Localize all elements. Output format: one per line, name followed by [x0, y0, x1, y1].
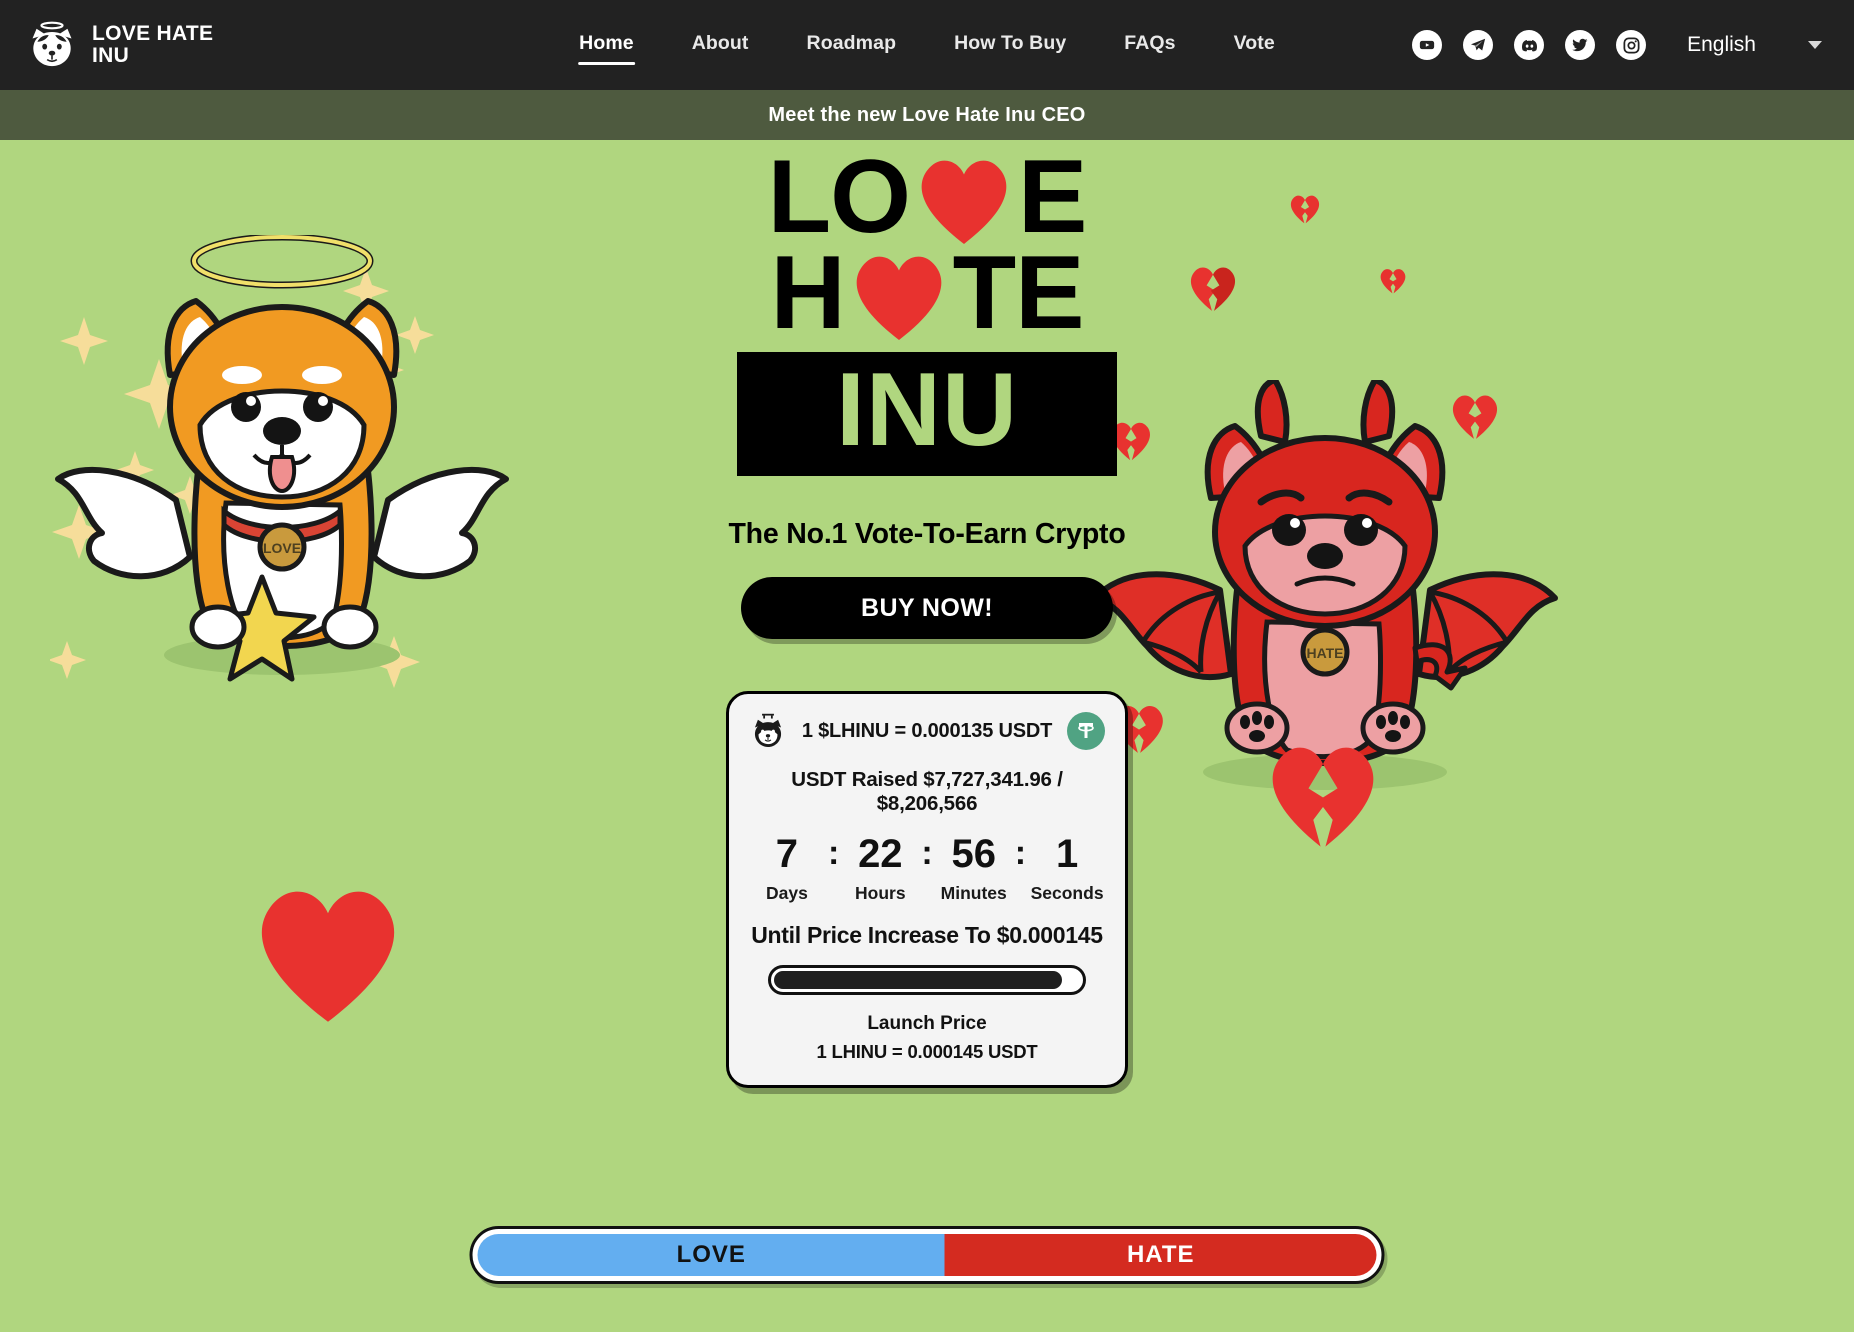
- twitter-link[interactable]: [1565, 30, 1596, 60]
- angel-inu-mascot: LOVE: [50, 235, 509, 688]
- announcement-text: Meet the new Love Hate Inu CEO: [768, 103, 1086, 126]
- header-right: English: [1412, 30, 1828, 60]
- presale-card-header: 1 $LHINU = 0.000135 USDT: [749, 712, 1105, 750]
- nav-item-about[interactable]: About: [663, 26, 778, 65]
- countdown-hours-label: Hours: [855, 883, 906, 903]
- hero-logo-inu-box: INU: [737, 352, 1117, 476]
- love-hate-vote-bar: LOVE HATE: [469, 1226, 1385, 1284]
- countdown-separator-1: :: [827, 834, 840, 872]
- twitter-icon: [1572, 38, 1588, 52]
- heart-icon: [921, 160, 1007, 244]
- svg-text:HATE: HATE: [1306, 645, 1343, 661]
- heart-decoration-icon: [261, 891, 395, 1022]
- language-selector[interactable]: English: [1687, 33, 1822, 57]
- broken-heart-icon: [1272, 747, 1374, 847]
- hero-logo-line1-pre: LO: [767, 139, 911, 256]
- presale-price-line: 1 $LHINU = 0.000135 USDT: [801, 719, 1053, 742]
- hero-logo-line-3: INU: [835, 352, 1019, 468]
- nav-item-how-to-buy[interactable]: How To Buy: [925, 26, 1095, 65]
- presale-card: 1 $LHINU = 0.000135 USDT USDT Raised $7,…: [726, 691, 1128, 1088]
- hero-logo-line2-pre: H: [770, 235, 845, 352]
- countdown-separator-3: :: [1014, 834, 1027, 872]
- inu-head-icon: [754, 713, 782, 748]
- page-root: LOVE HATE INU Home About Roadmap How To …: [0, 0, 1854, 1332]
- language-label: English: [1687, 33, 1756, 56]
- site-header: LOVE HATE INU Home About Roadmap How To …: [0, 0, 1854, 90]
- countdown-minutes-value: 56: [951, 832, 996, 876]
- instagram-icon: [1623, 37, 1640, 53]
- main-nav: Home About Roadmap How To Buy FAQs Vote: [550, 26, 1304, 65]
- broken-heart-icon: [1290, 195, 1320, 224]
- launch-price-value: 1 LHINU = 0.000145 USDT: [816, 1041, 1038, 1062]
- hero-logo-line-1: LO E: [737, 139, 1117, 256]
- inu-angel-head-icon: [32, 21, 72, 67]
- usdt-raised-text: USDT Raised $7,727,341.96 / $8,206,566: [791, 768, 1063, 815]
- broken-heart-icon: [1190, 267, 1236, 311]
- social-links: [1412, 30, 1647, 60]
- vote-hate-button[interactable]: HATE: [944, 1234, 1377, 1276]
- launch-price-title: Launch Price: [867, 1013, 987, 1034]
- discord-link[interactable]: [1514, 30, 1545, 60]
- nav-item-roadmap[interactable]: Roadmap: [778, 26, 926, 65]
- countdown-separator-2: :: [921, 834, 933, 872]
- presale-countdown: 7 Days : 22 Hours : 56 Minutes : 1 Secon…: [749, 834, 1105, 904]
- instagram-link[interactable]: [1616, 30, 1647, 60]
- youtube-icon: [1419, 40, 1435, 50]
- hero-logo-line2-post: TE: [952, 235, 1085, 352]
- hero-logo-line1-post: E: [1018, 139, 1087, 256]
- tether-icon: [1078, 723, 1094, 738]
- countdown-minutes: 56 Minutes: [936, 834, 1012, 904]
- countdown-seconds-value: 1: [1055, 832, 1079, 876]
- hero-logo: LO E H TE INU: [737, 139, 1117, 476]
- nav-item-faqs[interactable]: FAQs: [1095, 26, 1204, 65]
- hero-section: LO E H TE INU The No.1 Vote-To-Earn Cryp…: [697, 139, 1157, 1088]
- broken-heart-icon: [1452, 395, 1498, 439]
- buy-now-button[interactable]: BUY NOW!: [741, 577, 1113, 639]
- nav-item-vote[interactable]: Vote: [1205, 26, 1304, 65]
- countdown-days-value: 7: [775, 832, 799, 876]
- chevron-down-icon: [1808, 41, 1822, 49]
- countdown-hours-value: 22: [858, 832, 903, 876]
- countdown-seconds-label: Seconds: [1030, 883, 1104, 903]
- hero-logo-line-2: H TE: [737, 235, 1117, 352]
- telegram-icon: [1471, 38, 1486, 51]
- announcement-banner[interactable]: Meet the new Love Hate Inu CEO: [0, 90, 1854, 140]
- presale-progress-bar: [768, 965, 1086, 995]
- youtube-link[interactable]: [1412, 30, 1443, 60]
- presale-progress-fill: [774, 971, 1062, 989]
- heart-icon: [856, 256, 941, 340]
- broken-heart-icon: [1380, 269, 1406, 294]
- brand-name: LOVE HATE INU: [92, 21, 214, 67]
- countdown-seconds: 1 Seconds: [1029, 834, 1105, 904]
- price-increase-text: Until Price Increase To $0.000145: [751, 922, 1103, 948]
- discord-icon: [1521, 39, 1537, 51]
- countdown-days: 7 Days: [749, 834, 825, 904]
- countdown-hours: 22 Hours: [842, 834, 918, 904]
- svg-text:LOVE: LOVE: [263, 540, 301, 556]
- hero-tagline: The No.1 Vote-To-Earn Crypto: [728, 518, 1126, 550]
- nav-item-home[interactable]: Home: [550, 26, 663, 65]
- telegram-link[interactable]: [1463, 30, 1494, 60]
- vote-love-button[interactable]: LOVE: [477, 1234, 945, 1276]
- tether-badge: [1066, 712, 1105, 750]
- countdown-days-label: Days: [766, 883, 808, 903]
- brand-logo[interactable]: LOVE HATE INU: [26, 19, 213, 71]
- countdown-minutes-label: Minutes: [940, 883, 1007, 903]
